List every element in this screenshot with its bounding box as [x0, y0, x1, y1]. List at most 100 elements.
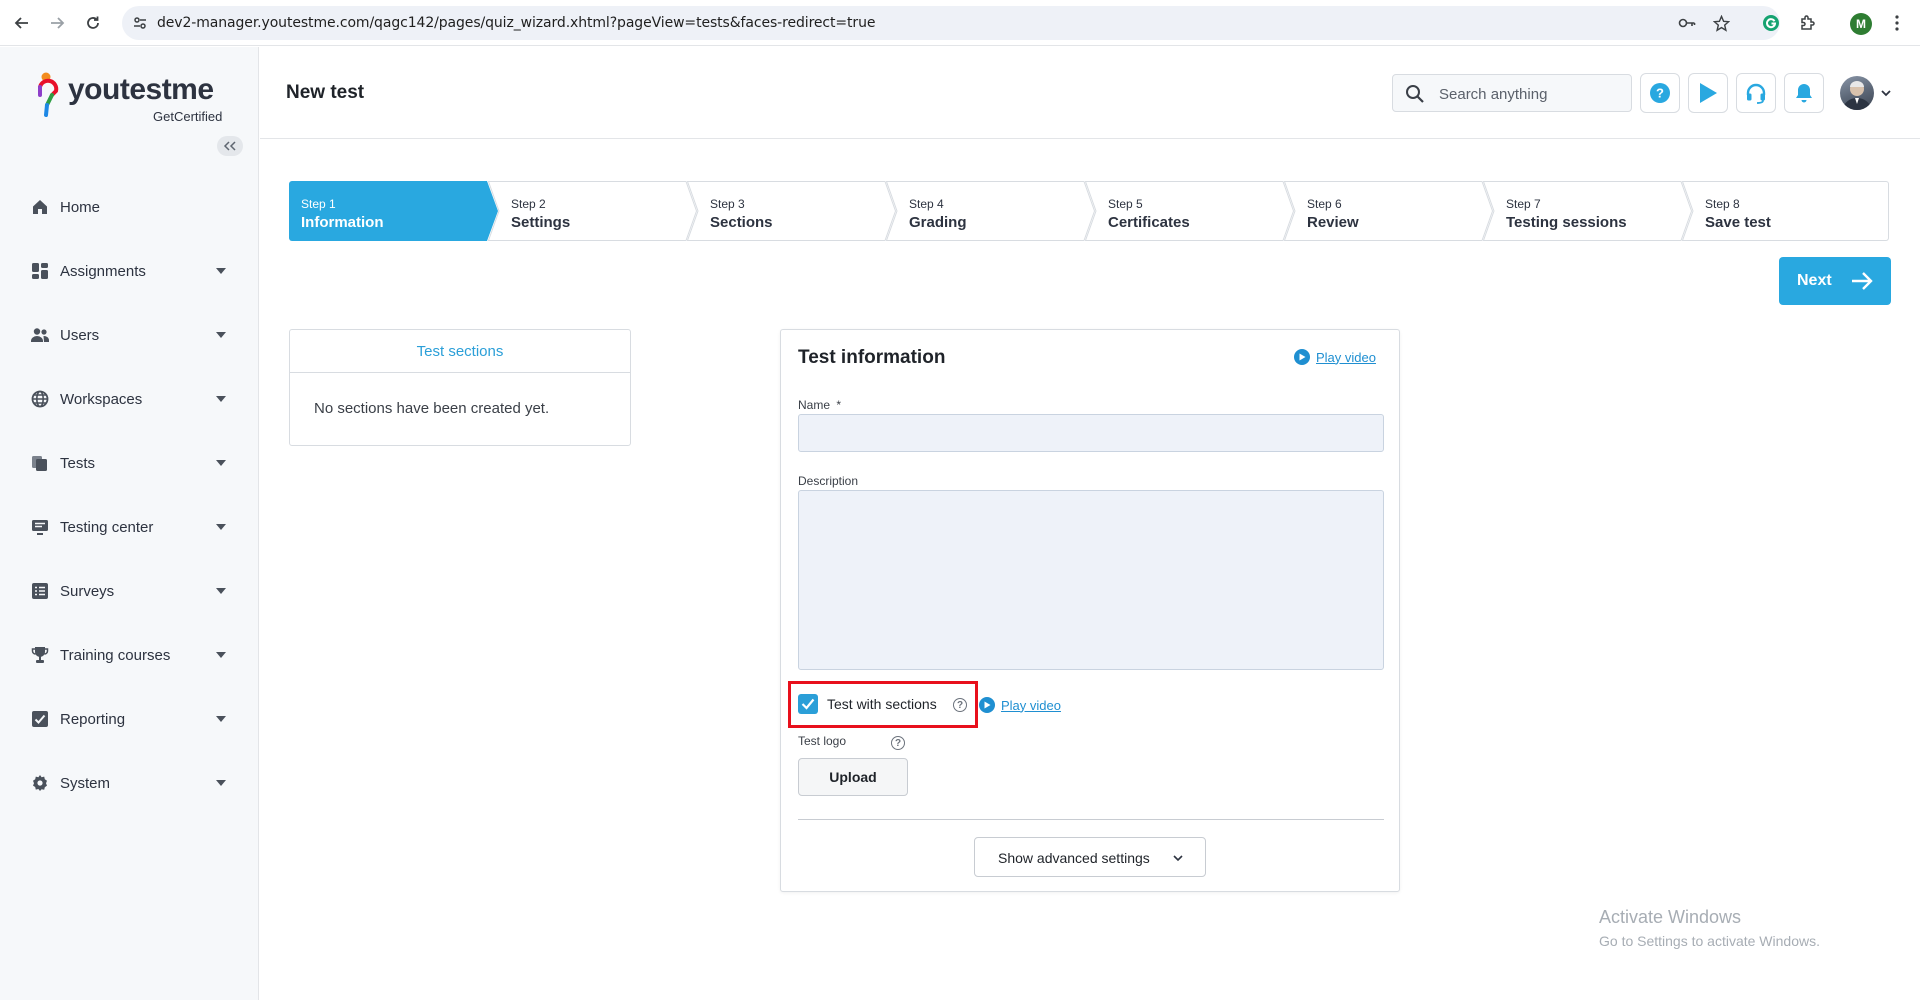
checkmark-icon [801, 698, 815, 710]
step-title: Information [301, 214, 384, 231]
show-advanced-settings-button[interactable]: Show advanced settings [974, 837, 1206, 877]
step-5-certificates[interactable]: Step 5 Certificates [1085, 181, 1294, 241]
step-title: Testing sessions [1506, 214, 1627, 231]
site-settings-icon[interactable] [132, 15, 148, 31]
search-input[interactable] [1439, 84, 1619, 104]
sidebar-item-home[interactable]: Home [0, 187, 259, 227]
browser-menu-icon[interactable] [1886, 12, 1908, 34]
step-number: Step 3 [710, 197, 745, 211]
help-circle-icon[interactable]: ? [891, 736, 905, 750]
windows-activation-watermark-subtitle: Go to Settings to activate Windows. [1599, 933, 1820, 949]
tests-icon [30, 453, 50, 473]
user-menu-chevron-icon[interactable] [1880, 87, 1892, 99]
test-with-sections-label[interactable]: Test with sections [827, 696, 937, 712]
bookmark-star-icon[interactable] [1712, 14, 1730, 32]
grammarly-extension-icon[interactable] [1760, 12, 1782, 34]
empty-sections-message: No sections have been created yet. [314, 400, 550, 417]
step-6-review[interactable]: Step 6 Review [1284, 181, 1493, 241]
upload-button[interactable]: Upload [798, 758, 908, 796]
arrow-right-icon [1852, 272, 1873, 290]
play-video-label: Play video [1001, 697, 1061, 713]
wizard-stepper: Step 1 Information Step 2 Settings Step … [289, 181, 1889, 241]
extensions-puzzle-icon[interactable] [1797, 12, 1819, 34]
sidebar-item-surveys[interactable]: Surveys [0, 571, 259, 611]
step-title: Save test [1705, 214, 1771, 231]
caret-down-icon [215, 265, 227, 277]
sidebar-item-training-courses[interactable]: Training courses [0, 635, 259, 675]
description-textarea[interactable] [798, 490, 1384, 670]
step-number: Step 8 [1705, 197, 1740, 211]
double-chevron-left-icon [223, 141, 236, 151]
sidebar-item-reporting[interactable]: Reporting [0, 699, 259, 739]
test-sections-title: Test sections [290, 330, 630, 373]
search-icon [1406, 85, 1424, 103]
forward-arrow-icon[interactable] [45, 11, 69, 35]
sidebar: youtestme GetCertified Home Assignments … [0, 47, 259, 1000]
help-circle-icon[interactable]: ? [953, 698, 967, 712]
play-video-link[interactable]: Play video [1294, 349, 1376, 365]
user-photo-icon [1843, 81, 1871, 110]
youtestme-logo[interactable]: youtestme GetCertified [34, 71, 234, 127]
sidebar-item-label: Testing center [60, 519, 154, 536]
url-text: dev2-manager.youtestme.com/qagc142/pages… [157, 15, 876, 31]
description-label: Description [798, 474, 859, 488]
caret-down-icon [215, 585, 227, 597]
collapse-sidebar-button[interactable] [217, 136, 243, 156]
sidebar-item-system[interactable]: System [0, 763, 259, 803]
monitor-icon [30, 517, 50, 537]
logo-mark-icon [38, 72, 59, 117]
tutorial-play-button[interactable] [1688, 73, 1728, 113]
sidebar-item-label: Tests [60, 455, 96, 472]
play-video-label: Play video [1316, 349, 1376, 365]
address-bar[interactable]: dev2-manager.youtestme.com/qagc142/pages… [122, 6, 1780, 40]
play-circle-icon [1294, 349, 1310, 365]
sidebar-item-label: System [60, 775, 111, 792]
sidebar-item-workspaces[interactable]: Workspaces [0, 379, 259, 419]
help-button[interactable]: ? [1640, 73, 1680, 113]
name-label: Name * [798, 398, 842, 412]
play-triangle-icon [1700, 83, 1717, 103]
sidebar-item-label: Assignments [60, 263, 146, 280]
chevron-down-icon [1173, 855, 1183, 862]
step-8-save-test[interactable]: Step 8 Save test [1682, 181, 1889, 241]
step-4-grading[interactable]: Step 4 Grading [886, 181, 1095, 241]
step-number: Step 2 [511, 197, 546, 211]
reload-icon[interactable] [81, 11, 105, 35]
step-number: Step 5 [1108, 197, 1143, 211]
gear-icon [30, 773, 50, 793]
sidebar-item-users[interactable]: Users [0, 315, 259, 355]
step-3-sections[interactable]: Step 3 Sections [687, 181, 896, 241]
password-key-icon[interactable] [1678, 14, 1696, 32]
global-search[interactable] [1392, 74, 1632, 112]
support-button[interactable] [1736, 73, 1776, 113]
step-1-information[interactable]: Step 1 Information [289, 181, 498, 241]
browser-toolbar: dev2-manager.youtestme.com/qagc142/pages… [0, 0, 1920, 46]
globe-icon [30, 389, 50, 409]
notifications-button[interactable] [1784, 73, 1824, 113]
page-header: New test ? [260, 47, 1920, 139]
step-number: Step 6 [1307, 197, 1342, 211]
name-input[interactable] [798, 414, 1384, 452]
sections-play-video-link[interactable]: Play video [979, 697, 1061, 713]
dashboard-icon [30, 261, 50, 281]
step-number: Step 4 [909, 197, 944, 211]
test-with-sections-checkbox[interactable] [798, 694, 818, 714]
sidebar-item-assignments[interactable]: Assignments [0, 251, 259, 291]
caret-down-icon [215, 649, 227, 661]
page-title: New test [286, 82, 365, 103]
sidebar-item-testing-center[interactable]: Testing center [0, 507, 259, 547]
step-2-settings[interactable]: Step 2 Settings [488, 181, 697, 241]
users-icon [30, 325, 50, 345]
step-7-testing-sessions[interactable]: Step 7 Testing sessions [1483, 181, 1692, 241]
sidebar-item-label: Training courses [60, 647, 171, 664]
back-arrow-icon[interactable] [10, 11, 34, 35]
caret-down-icon [215, 457, 227, 469]
user-avatar[interactable] [1840, 76, 1874, 110]
logo-tagline: GetCertified [153, 109, 223, 124]
question-circle-icon: ? [1650, 83, 1670, 103]
step-number: Step 1 [301, 197, 336, 211]
sidebar-item-tests[interactable]: Tests [0, 443, 259, 483]
sidebar-item-label: Home [60, 199, 101, 216]
browser-profile-avatar[interactable]: M [1850, 13, 1872, 35]
next-button[interactable]: Next [1779, 257, 1891, 305]
